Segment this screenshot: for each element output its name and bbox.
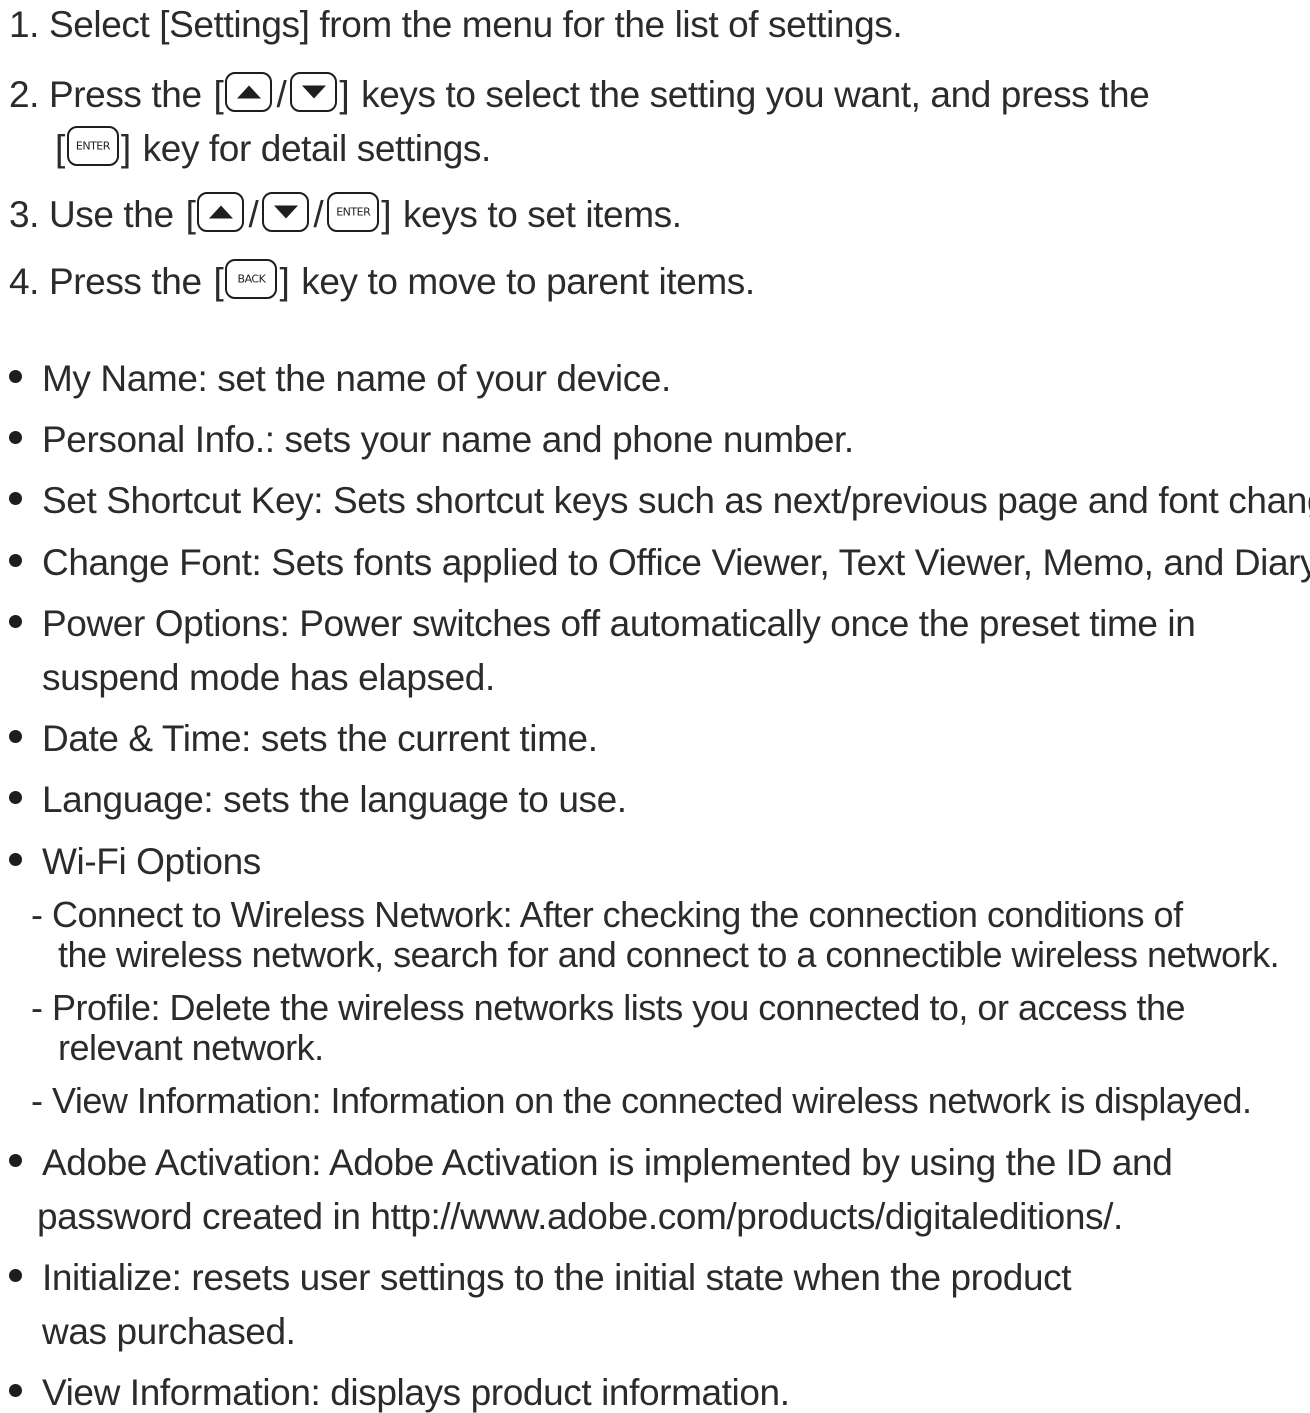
bullet-text: My Name: set the name of your device. [42,358,671,399]
bullet-dot-icon [9,492,22,505]
bullet-view-information: View Information: displays product infor… [9,1374,790,1411]
bullet-text: Power Options: Power switches off automa… [42,603,1196,644]
bullet-wifi-options: Wi-Fi Options [9,843,261,880]
step-2: 2. Press the [ /] keys to select the sett… [9,72,1150,115]
bracket-open: [ [55,128,65,169]
step-number: 1. [9,4,40,45]
bullet-dot-icon [9,1269,22,1282]
step-4: 4. Press the [BACK] key to move to paren… [9,259,755,300]
bracket-open: [ [213,261,224,302]
bracket-open: [ [213,74,224,115]
bracket-open: [ [185,194,196,235]
subitem-text: - Connect to Wireless Network: After che… [31,894,1183,935]
bullet-text: Wi-Fi Options [42,841,261,882]
bullet-text: Set Shortcut Key: Sets shortcut keys suc… [42,480,1310,521]
up-arrow-key-icon [197,192,245,232]
bracket-close: ] [381,194,392,235]
bullet-set-shortcut-key: Set Shortcut Key: Sets shortcut keys suc… [9,482,1310,519]
bullet-dot-icon [9,1154,22,1167]
bullet-adobe-activation: Adobe Activation: Adobe Activation is im… [9,1142,1173,1183]
step-text-pre: Press the [48,74,202,115]
bullet-dot-icon [9,853,22,866]
bracket-close: ] [279,261,290,302]
subitem-profile-continuation: relevant network. [58,1030,324,1066]
bullet-text: password created in http://www.adobe.com… [37,1196,1123,1237]
bullet-dot-icon [9,730,22,743]
step-3: 3. Use the [/ / ENTER] keys to set items. [9,192,682,233]
enter-key-icon: ENTER [327,192,380,232]
bullet-dot-icon [9,791,22,804]
bullet-text: View Information: displays product infor… [42,1372,790,1413]
separator: / [313,194,324,235]
bullet-initialize-continuation: was purchased. [42,1313,296,1350]
subitem-view-information: - View Information: Information on the c… [31,1080,1252,1121]
subitem-text: the wireless network, search for and con… [58,934,1280,975]
bracket-close: ] [339,74,350,115]
step-text-post: keys to select the setting you want, and… [361,74,1150,115]
step-text-cont: key for detail settings. [142,128,492,169]
bullet-power-options: Power Options: Power switches off automa… [9,603,1196,644]
bullet-text: Date & Time: sets the current time. [42,718,598,759]
bullet-dot-icon [9,615,22,628]
up-arrow-key-icon [225,72,273,112]
bullet-text: was purchased. [42,1311,296,1352]
step-text-post: keys to set items. [403,194,682,235]
step-text: Select [Settings] from the menu for the … [48,4,903,45]
enter-key-icon: ENTER [66,126,119,166]
step-text-pre: Press the [48,261,202,302]
separator: / [276,74,287,115]
step-2-continuation: [ENTER] key for detail settings. [53,126,491,167]
bullet-text: suspend mode has elapsed. [42,657,495,698]
subitem-profile: - Profile: Delete the wireless networks … [31,987,1186,1028]
separator: / [248,194,259,235]
down-arrow-key-icon [262,192,310,232]
bullet-power-options-continuation: suspend mode has elapsed. [42,659,495,696]
subitem-text: - Profile: Delete the wireless networks … [31,987,1186,1028]
bullet-dot-icon [9,370,22,383]
subitem-connect-wireless: - Connect to Wireless Network: After che… [31,897,1183,933]
step-number: 4. [9,261,40,302]
subitem-text: relevant network. [58,1027,324,1068]
bullet-initialize: Initialize: resets user settings to the … [9,1257,1072,1298]
bullet-adobe-activation-continuation: password created in http://www.adobe.com… [37,1198,1123,1235]
bullet-text: Adobe Activation: Adobe Activation is im… [42,1142,1173,1183]
bullet-text: Personal Info.: sets your name and phone… [42,419,854,460]
bullet-language: Language: sets the language to use. [9,781,627,818]
step-number: 2. [9,74,40,115]
bullet-text: Change Font: Sets fonts applied to Offic… [42,542,1310,583]
bullet-dot-icon [9,431,22,444]
bullet-dot-icon [9,554,22,567]
bracket-close: ] [120,128,131,169]
bullet-my-name: My Name: set the name of your device. [9,360,671,397]
step-text-post: key to move to parent items. [301,261,755,302]
step-1: 1. Select [Settings] from the menu for t… [9,4,903,45]
bullet-dot-icon [9,1384,22,1397]
down-arrow-key-icon [290,72,338,112]
bullet-change-font: Change Font: Sets fonts applied to Offic… [9,544,1310,581]
bullet-personal-info: Personal Info.: sets your name and phone… [9,421,854,458]
step-text-pre: Use the [48,194,174,235]
step-number: 3. [9,194,40,235]
subitem-text: - View Information: Information on the c… [31,1080,1252,1121]
subitem-connect-wireless-continuation: the wireless network, search for and con… [58,934,1280,975]
bullet-date-time: Date & Time: sets the current time. [9,720,598,757]
settings-instructions-page: 1. Select [Settings] from the menu for t… [0,0,1310,1411]
bullet-text: Language: sets the language to use. [42,779,627,820]
back-key-icon: BACK [225,259,278,299]
bullet-text: Initialize: resets user settings to the … [42,1257,1072,1298]
